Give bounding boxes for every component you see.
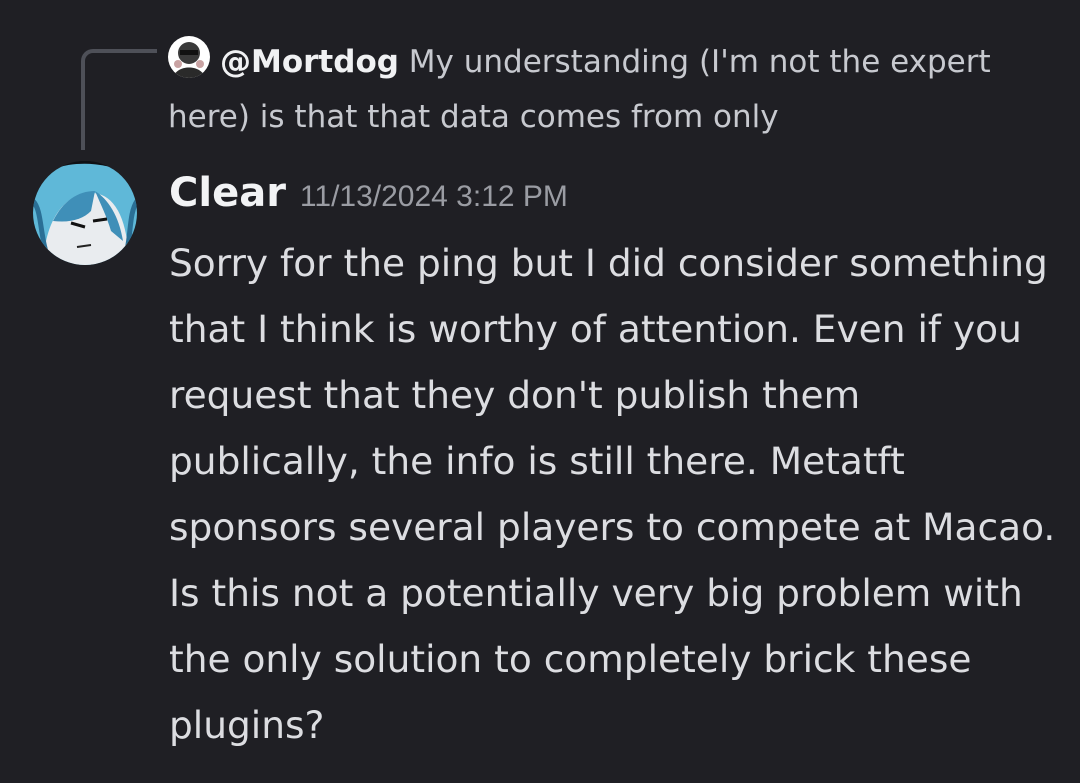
message-header: Clear 11/13/2024 3:12 PM	[169, 170, 568, 230]
message-author-avatar-icon[interactable]	[33, 161, 137, 265]
reply-author-mention[interactable]: @Mortdog	[220, 44, 399, 80]
message-author-username[interactable]: Clear	[169, 170, 286, 216]
message-timestamp[interactable]: 11/13/2024 3:12 PM	[300, 180, 568, 213]
reply-preview[interactable]: @Mortdog My understanding (I'm not the e…	[168, 35, 1008, 145]
reply-connector-line	[81, 49, 157, 150]
message-content: Sorry for the ping but I did consider so…	[169, 241, 1056, 747]
